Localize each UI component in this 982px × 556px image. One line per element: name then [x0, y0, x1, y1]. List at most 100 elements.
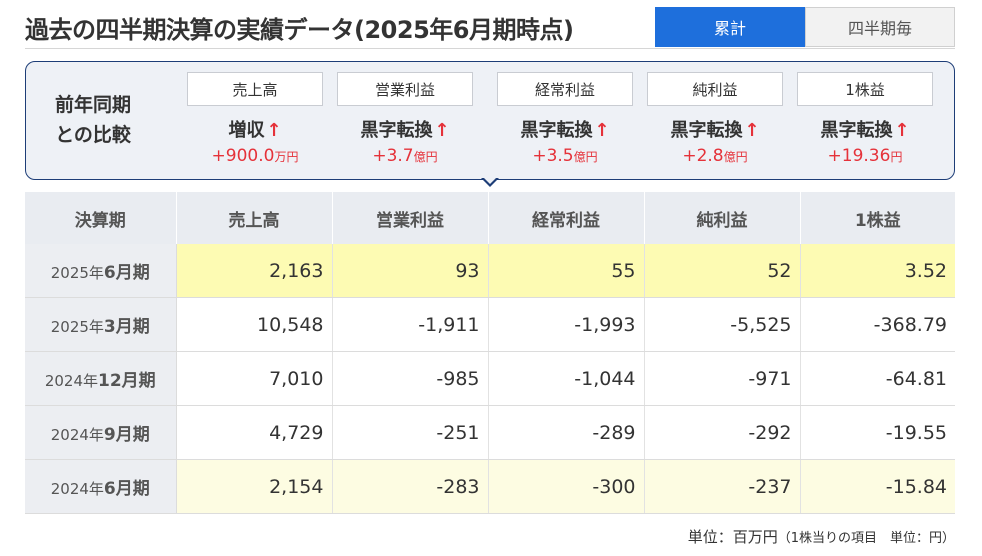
net-profit-cell: -5,525: [644, 297, 801, 352]
quarterly-results-table: 決算期 売上高 営業利益 経常利益 純利益 1株益 2025年6月期 2,163…: [25, 192, 955, 514]
comparison-change: 黒字転換 ↑: [647, 116, 783, 142]
change-value: +19.36: [827, 146, 891, 166]
tab-cumulative[interactable]: 累計: [655, 7, 805, 47]
up-arrow-icon: ↑: [434, 120, 450, 141]
operating-profit-cell: -283: [332, 459, 489, 514]
table-header: 決算期 売上高 営業利益 経常利益 純利益 1株益: [25, 192, 955, 244]
header-operating-profit: 営業利益: [332, 192, 489, 244]
revenue-cell: 7,010: [176, 351, 333, 406]
comparison-change: 増収 ↑: [187, 116, 323, 142]
period-year: 2024年: [50, 426, 104, 444]
eps-cell: -19.55: [800, 405, 955, 460]
comparison-metric-label: 営業利益: [337, 72, 473, 106]
period-year: 2024年: [44, 372, 98, 390]
period-cell: 2024年9月期: [25, 405, 177, 460]
ordinary-profit-cell: -289: [488, 405, 645, 460]
comparison-metric-label: 1株益: [797, 72, 933, 106]
page: 過去の四半期決算の実績データ(2025年6月期時点) 累計 四半期毎 前年同期 …: [0, 0, 982, 556]
period-month: 12月期: [98, 371, 156, 391]
tab-quarterly[interactable]: 四半期毎: [805, 7, 955, 47]
comparison-metric-label: 売上高: [187, 72, 323, 106]
comparison-value: +19.36円: [797, 146, 933, 166]
eps-cell: 3.52: [800, 244, 955, 298]
revenue-cell: 2,163: [176, 244, 333, 298]
period-year: 2025年: [50, 318, 104, 336]
change-unit: 億円: [723, 150, 748, 164]
comparison-item-ordinary-profit: 経常利益 黒字転換 ↑ +3.5億円: [497, 72, 633, 166]
period-year: 2024年: [50, 480, 104, 498]
header-eps: 1株益: [800, 192, 955, 244]
period-month: 6月期: [103, 479, 150, 499]
comparison-item-revenue: 売上高 増収 ↑ +900.0万円: [187, 72, 323, 166]
change-unit: 円: [890, 150, 903, 164]
comparison-item-operating-profit: 営業利益 黒字転換 ↑ +3.7億円: [337, 72, 473, 166]
period-cell: 2025年3月期: [25, 297, 177, 352]
change-unit: 万円: [274, 150, 299, 164]
change-text: 黒字転換: [360, 120, 433, 141]
period-month: 6月期: [103, 263, 150, 283]
net-profit-cell: 52: [644, 244, 801, 298]
period-month: 3月期: [103, 317, 150, 337]
change-unit: 億円: [413, 150, 438, 164]
table-row: 2024年6月期 2,154 -283 -300 -237 -15.84: [25, 459, 955, 514]
change-value: +3.5: [532, 146, 574, 166]
up-arrow-icon: ↑: [894, 120, 910, 141]
net-profit-cell: -292: [644, 405, 801, 460]
comparison-item-eps: 1株益 黒字転換 ↑ +19.36円: [797, 72, 933, 166]
net-profit-cell: -237: [644, 459, 801, 514]
up-arrow-icon: ↑: [266, 120, 282, 141]
change-text: 黒字転換: [670, 120, 743, 141]
change-value: +900.0: [211, 146, 275, 166]
revenue-cell: 4,729: [176, 405, 333, 460]
header-period: 決算期: [25, 192, 177, 244]
eps-cell: -368.79: [800, 297, 955, 352]
change-value: +3.7: [372, 146, 414, 166]
table-header-row: 決算期 売上高 営業利益 経常利益 純利益 1株益: [25, 192, 955, 244]
page-title: 過去の四半期決算の実績データ(2025年6月期時点): [25, 16, 574, 44]
operating-profit-cell: -1,911: [332, 297, 489, 352]
revenue-cell: 2,154: [176, 459, 333, 514]
comparison-change: 黒字転換 ↑: [797, 116, 933, 142]
change-text: 増収: [228, 120, 265, 141]
table-row: 2024年9月期 4,729 -251 -289 -292 -19.55: [25, 405, 955, 460]
operating-profit-cell: 93: [332, 244, 489, 298]
header-ordinary-profit: 経常利益: [488, 192, 645, 244]
up-arrow-icon: ↑: [744, 120, 760, 141]
comparison-label: 前年同期 との比較: [51, 90, 135, 150]
comparison-change: 黒字転換 ↑: [337, 116, 473, 142]
operating-profit-cell: -985: [332, 351, 489, 406]
change-text: 黒字転換: [820, 120, 893, 141]
revenue-cell: 10,548: [176, 297, 333, 352]
net-profit-cell: -971: [644, 351, 801, 406]
change-value: +2.8: [682, 146, 724, 166]
comparison-value: +900.0万円: [187, 146, 323, 166]
comparison-metric-label: 経常利益: [497, 72, 633, 106]
ordinary-profit-cell: -300: [488, 459, 645, 514]
ordinary-profit-cell: 55: [488, 244, 645, 298]
period-cell: 2025年6月期: [25, 244, 177, 298]
comparison-label-line2: との比較: [55, 124, 131, 146]
period-month: 9月期: [103, 425, 150, 445]
yoy-comparison-panel: 前年同期 との比較 売上高 増収 ↑ +900.0万円 営業利益 黒字転換 ↑ +3…: [25, 61, 955, 180]
comparison-value: +2.8億円: [647, 146, 783, 166]
table-row: 2025年6月期 2,163 93 55 52 3.52: [25, 244, 955, 298]
unit-main: 単位：百万円: [687, 528, 778, 546]
table-row: 2025年3月期 10,548 -1,911 -1,993 -5,525 -36…: [25, 297, 955, 352]
table-body: 2025年6月期 2,163 93 55 52 3.52 2025年3月期 10…: [25, 244, 955, 514]
period-year: 2025年: [50, 264, 104, 282]
ordinary-profit-cell: -1,044: [488, 351, 645, 406]
period-cell: 2024年6月期: [25, 459, 177, 514]
comparison-label-line1: 前年同期: [54, 94, 131, 116]
period-cell: 2024年12月期: [25, 351, 177, 406]
comparison-value: +3.5億円: [497, 146, 633, 166]
unit-sub: （1株当りの項目 単位：円）: [777, 531, 955, 546]
eps-cell: -15.84: [800, 459, 955, 514]
comparison-change: 黒字転換 ↑: [497, 116, 633, 142]
period-tabs: 累計 四半期毎: [655, 7, 955, 47]
change-text: 黒字転換: [520, 120, 593, 141]
header-net-profit: 純利益: [644, 192, 801, 244]
up-arrow-icon: ↑: [594, 120, 610, 141]
eps-cell: -64.81: [800, 351, 955, 406]
comparison-value: +3.7億円: [337, 146, 473, 166]
comparison-metric-label: 純利益: [647, 72, 783, 106]
